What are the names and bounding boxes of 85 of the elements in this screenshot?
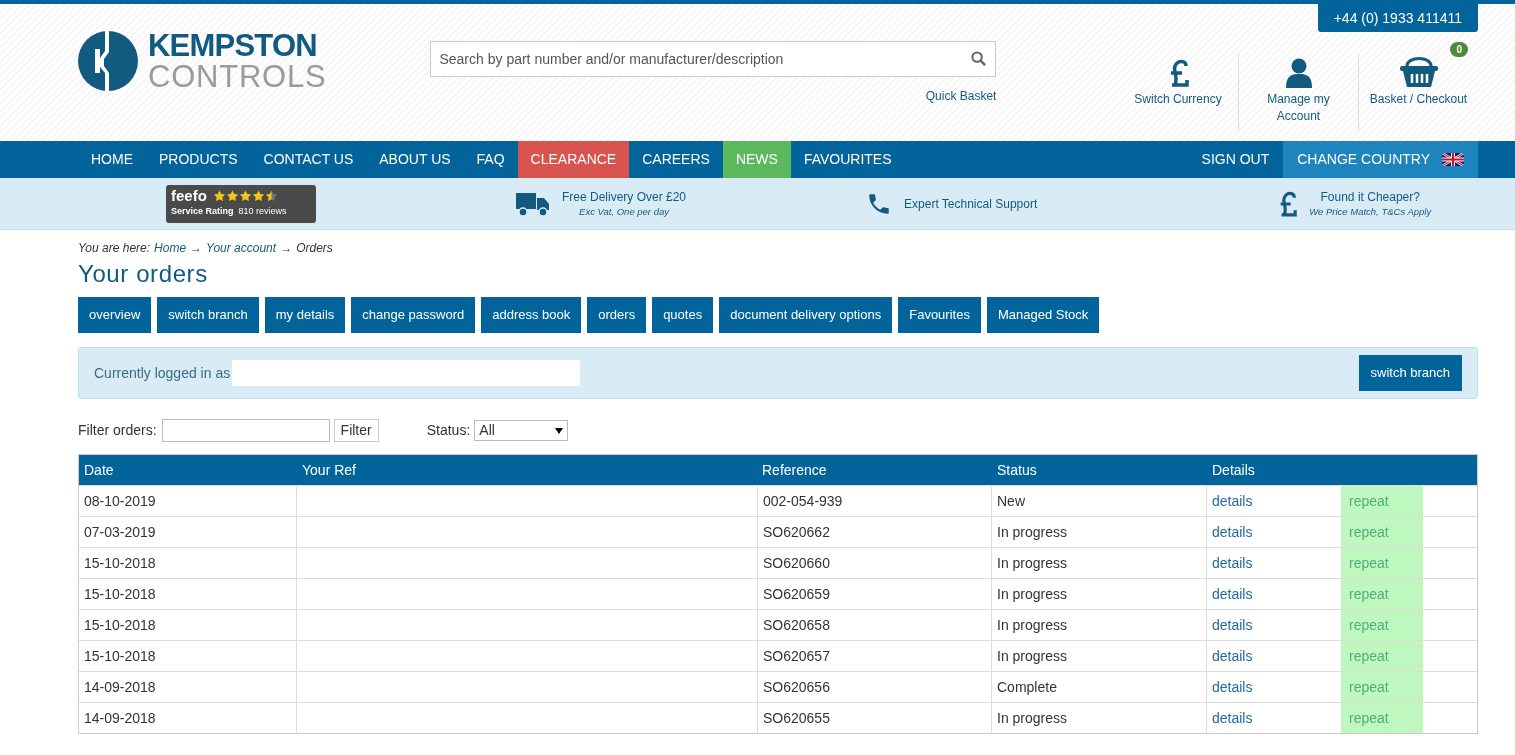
logo-text: CONTROLS (148, 61, 327, 92)
breadcrumb-separator: → (190, 240, 203, 257)
table-cell: In progress (992, 517, 1207, 547)
person-icon (1285, 58, 1312, 88)
table-cell: SO620662 (757, 517, 992, 547)
table-cell: 002-054-939 (757, 486, 992, 516)
table-cell: SO620660 (757, 548, 992, 578)
benefit-title: Found it Cheaper? (1320, 188, 1420, 205)
benefit-subtitle: We Price Match, T&Cs Apply (1309, 204, 1432, 219)
account-tab[interactable]: document delivery options (719, 297, 893, 333)
nav-link[interactable]: SIGN OUT (1187, 141, 1284, 178)
table-cell: In progress (992, 548, 1207, 578)
account-tab[interactable]: change password (351, 297, 476, 333)
table-cell: In progress (992, 641, 1207, 671)
filter-label: Filter orders: (78, 421, 157, 440)
details-link[interactable]: details (1212, 676, 1253, 698)
count-badge: 0 (1450, 42, 1468, 57)
account-tab[interactable]: overview (78, 297, 152, 333)
breadcrumb-current: Orders (296, 240, 333, 257)
breadcrumb-link[interactable]: Your account (206, 239, 277, 257)
details-link[interactable]: details (1212, 614, 1253, 636)
details-link[interactable]: details (1212, 707, 1253, 729)
dropdown-arrow-icon (555, 427, 564, 434)
nav-link[interactable]: FAQ (463, 141, 518, 178)
breadcrumb-link[interactable]: Home (154, 239, 187, 257)
nav-link[interactable]: CONTACT US (250, 141, 367, 178)
quick-basket-link[interactable]: Quick Basket (925, 87, 997, 105)
switch-branch-button[interactable]: switch branch (1358, 355, 1462, 391)
page-title: Your orders (78, 259, 209, 289)
flag-icon (1442, 153, 1464, 166)
nav-link[interactable]: HOME (78, 141, 146, 178)
nav-link[interactable]: FAVOURITES (790, 141, 905, 178)
search-field[interactable]: Search by part number and/or manufacturer/description (430, 41, 997, 77)
change-country-button[interactable]: CHANGE COUNTRY (1283, 141, 1478, 178)
details-link[interactable]: details (1212, 645, 1253, 667)
account-tab[interactable]: address book (481, 297, 582, 333)
account-tab[interactable]: Managed Stock (986, 297, 1100, 333)
table-cell: Complete (992, 672, 1207, 702)
account-tab[interactable]: switch branch (157, 297, 259, 333)
account-tab[interactable]: quotes (652, 297, 714, 333)
table-cell: In progress (992, 610, 1207, 640)
account-tab[interactable]: orders (587, 297, 647, 333)
column-header: Status (996, 460, 1038, 480)
table-cell: New (992, 486, 1207, 516)
status-dropdown[interactable]: All (474, 420, 569, 441)
table-cell: In progress (992, 703, 1207, 733)
details-link[interactable]: details (1212, 583, 1253, 605)
table-cell: SO620659 (757, 579, 992, 609)
login-text: Currently logged in as (94, 363, 231, 383)
benefit-title: Expert Technical Support (904, 195, 1038, 212)
details-link[interactable]: details (1212, 521, 1253, 543)
logo-text: KEMPSTON (148, 30, 318, 61)
account-tab[interactable]: Favourites (898, 297, 981, 333)
benefit-subtitle: Exc Vat, One per day (579, 204, 669, 219)
nav-link[interactable]: CAREERS (629, 141, 723, 178)
details-link[interactable]: details (1212, 490, 1253, 512)
details-link[interactable]: details (1212, 552, 1253, 574)
column-header: Details (1211, 460, 1256, 480)
filter-input[interactable] (161, 419, 330, 442)
table-cell: In progress (992, 579, 1207, 609)
table-cell: SO620658 (757, 610, 992, 640)
header-action[interactable]: Switch Currency (1118, 54, 1238, 130)
breadcrumb-separator: → (280, 240, 293, 257)
table-cell: SO620656 (757, 672, 992, 702)
filter-button[interactable]: Filter (333, 419, 379, 442)
logo-icon[interactable] (78, 31, 138, 91)
column-header: Your Ref (301, 460, 357, 480)
table-cell: SO620655 (757, 703, 992, 733)
header-action[interactable]: Manage my Account (1238, 54, 1358, 130)
phone-number: +44 (0) 1933 411411 (1317, 4, 1478, 32)
nav-link[interactable]: ABOUT US (366, 141, 464, 178)
column-header: Reference (761, 460, 828, 480)
nav-link[interactable]: CLEARANCE (517, 141, 630, 178)
status-label: Status: (426, 421, 471, 440)
account-tab[interactable]: my details (264, 297, 346, 333)
basket-icon (1398, 54, 1439, 88)
nav-link[interactable]: PRODUCTS (146, 141, 251, 178)
breadcrumb-label: You are here: (78, 240, 151, 257)
benefit-title: Free Delivery Over £20 (562, 188, 687, 205)
search-icon[interactable] (971, 51, 987, 66)
column-header: Date (83, 460, 115, 480)
header-action[interactable]: Basket / Checkout (1358, 54, 1478, 130)
feefo-rating-badge[interactable]: feefo Service Rating 810 reviews (166, 184, 316, 223)
table-cell: SO620657 (757, 641, 992, 671)
truck-icon (516, 190, 550, 217)
